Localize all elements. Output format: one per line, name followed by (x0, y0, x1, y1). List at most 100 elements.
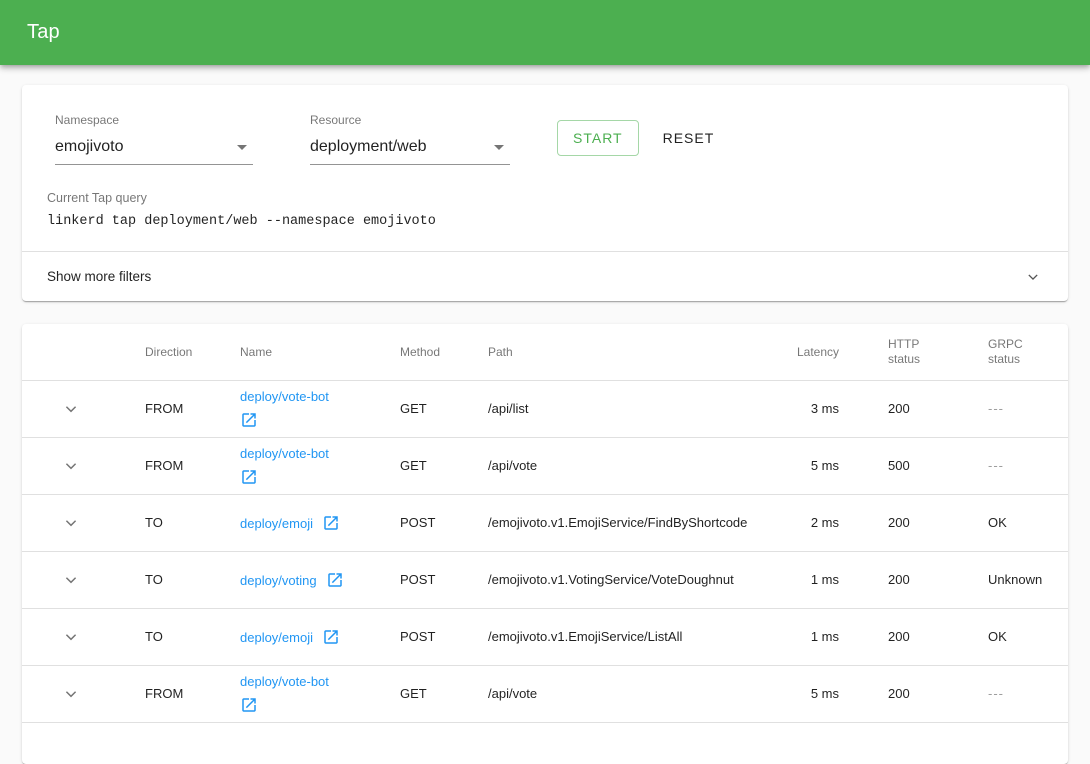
path-cell: /emojivoto.v1.VotingService/VoteDoughnut (488, 551, 768, 608)
name-cell: deploy/emoji (240, 494, 400, 551)
resource-link-label: deploy/vote-bot (240, 446, 329, 461)
direction-cell: FROM (120, 380, 240, 437)
resource-link[interactable]: deploy/vote-bot (240, 445, 329, 486)
tap-results-table: Direction Name Method Path Latency HTTP … (22, 324, 1068, 723)
expand-row-button[interactable] (56, 622, 86, 652)
grpc-status-cell: OK (968, 608, 1068, 665)
latency-cell: 2 ms (768, 494, 845, 551)
column-header-expand (22, 324, 120, 380)
direction-cell: TO (120, 494, 240, 551)
open-in-new-icon (240, 411, 258, 429)
column-header-grpc-status: GRPC status (968, 324, 1068, 380)
resource-link[interactable]: deploy/voting (240, 571, 344, 589)
direction-cell: TO (120, 551, 240, 608)
column-header-method: Method (400, 324, 488, 380)
grpc-status-cell: --- (968, 437, 1068, 494)
reset-button[interactable]: RESET (647, 120, 731, 156)
open-in-new-icon (322, 514, 340, 532)
column-header-direction: Direction (120, 324, 240, 380)
http-status-cell: 200 (845, 380, 968, 437)
app-bar: Tap (0, 0, 1090, 65)
http-status-cell: 200 (845, 665, 968, 722)
resource-link-label: deploy/vote-bot (240, 389, 329, 404)
http-status-cell: 200 (845, 608, 968, 665)
resource-link[interactable]: deploy/emoji (240, 514, 340, 532)
grpc-status-cell: --- (968, 665, 1068, 722)
open-in-new-icon (322, 628, 340, 646)
path-cell: /emojivoto.v1.EmojiService/ListAll (488, 608, 768, 665)
tap-results-card: Direction Name Method Path Latency HTTP … (22, 324, 1068, 764)
direction-cell: TO (120, 608, 240, 665)
open-in-new-icon (240, 468, 258, 486)
resource-link-label: deploy/vote-bot (240, 674, 329, 689)
chevron-down-icon (60, 569, 82, 591)
chevron-down-icon (60, 626, 82, 648)
method-cell: POST (400, 494, 488, 551)
method-cell: GET (400, 665, 488, 722)
chevron-down-icon[interactable] (1023, 267, 1043, 287)
column-header-latency: Latency (768, 324, 845, 380)
chevron-down-icon (60, 683, 82, 705)
resource-value: deployment/web (310, 138, 427, 156)
resource-select[interactable]: Resource deployment/web (310, 113, 510, 165)
current-query-section: Current Tap query linkerd tap deployment… (22, 165, 1068, 251)
name-cell: deploy/vote-bot (240, 380, 400, 437)
direction-cell: FROM (120, 437, 240, 494)
grpc-status-cell: OK (968, 494, 1068, 551)
latency-cell: 3 ms (768, 380, 845, 437)
resource-link[interactable]: deploy/emoji (240, 628, 340, 646)
latency-cell: 5 ms (768, 665, 845, 722)
table-row: FROM deploy/vote-bot GET /api/vote 5 ms … (22, 437, 1068, 494)
method-cell: GET (400, 437, 488, 494)
latency-cell: 1 ms (768, 551, 845, 608)
table-row: TO deploy/emoji POST /emojivoto.v1.Emoji… (22, 494, 1068, 551)
latency-cell: 5 ms (768, 437, 845, 494)
start-button[interactable]: START (557, 120, 639, 156)
direction-cell: FROM (120, 665, 240, 722)
name-cell: deploy/emoji (240, 608, 400, 665)
tap-table-body: FROM deploy/vote-bot GET /api/list 3 ms … (22, 380, 1068, 722)
expand-row-button[interactable] (56, 508, 86, 538)
table-row: FROM deploy/vote-bot GET /api/vote 5 ms … (22, 665, 1068, 722)
filters-row: Namespace emojivoto Resource deployment/… (22, 85, 1068, 165)
resource-link-label: deploy/emoji (240, 516, 313, 531)
resource-link[interactable]: deploy/vote-bot (240, 388, 329, 429)
latency-cell: 1 ms (768, 608, 845, 665)
name-cell: deploy/vote-bot (240, 665, 400, 722)
http-status-cell: 200 (845, 551, 968, 608)
method-cell: GET (400, 380, 488, 437)
column-header-path: Path (488, 324, 768, 380)
chevron-down-icon (60, 512, 82, 534)
expand-row-button[interactable] (56, 394, 86, 424)
open-in-new-icon (240, 696, 258, 714)
chevron-down-icon (60, 455, 82, 477)
method-cell: POST (400, 608, 488, 665)
resource-link[interactable]: deploy/vote-bot (240, 673, 329, 714)
table-row: TO deploy/emoji POST /emojivoto.v1.Emoji… (22, 608, 1068, 665)
resource-link-label: deploy/emoji (240, 630, 313, 645)
namespace-label: Namespace (55, 113, 253, 127)
open-in-new-icon (326, 571, 344, 589)
table-row: TO deploy/voting POST /emojivoto.v1.Voti… (22, 551, 1068, 608)
path-cell: /emojivoto.v1.EmojiService/FindByShortco… (488, 494, 768, 551)
http-status-cell: 500 (845, 437, 968, 494)
query-label: Current Tap query (47, 191, 1043, 205)
show-more-filters-label: Show more filters (47, 269, 151, 284)
path-cell: /api/list (488, 380, 768, 437)
show-more-filters-toggle[interactable]: Show more filters (22, 252, 1068, 301)
expand-row-button[interactable] (56, 451, 86, 481)
expand-row-button[interactable] (56, 565, 86, 595)
path-cell: /api/vote (488, 665, 768, 722)
page-title: Tap (27, 21, 60, 44)
chevron-down-icon (60, 398, 82, 420)
column-header-http-status: HTTP status (845, 324, 968, 380)
namespace-select[interactable]: Namespace emojivoto (55, 113, 253, 165)
path-cell: /api/vote (488, 437, 768, 494)
resource-link-label: deploy/voting (240, 573, 317, 588)
expand-row-button[interactable] (56, 679, 86, 709)
dropdown-caret-icon (494, 145, 504, 150)
name-cell: deploy/vote-bot (240, 437, 400, 494)
grpc-status-cell: Unknown (968, 551, 1068, 608)
grpc-status-cell: --- (968, 380, 1068, 437)
table-header-row: Direction Name Method Path Latency HTTP … (22, 324, 1068, 380)
